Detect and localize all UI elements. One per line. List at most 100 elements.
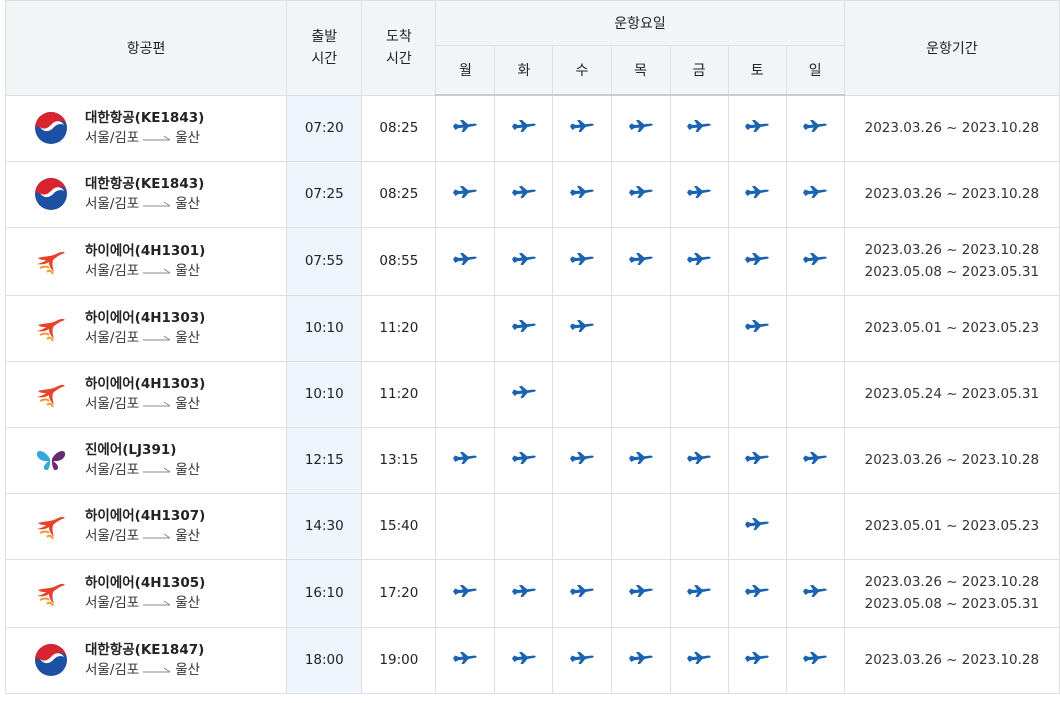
day-cell-6: [785, 226, 845, 296]
day-cell-3: [610, 94, 671, 162]
plane-icon: [744, 584, 770, 602]
departure-time: 12:15: [286, 426, 363, 494]
plane-icon: [628, 451, 654, 469]
plane-icon: [802, 651, 828, 669]
day-cell-5: [727, 626, 787, 694]
route-origin: 서울/김포: [85, 330, 140, 346]
day-cell-4: [669, 626, 729, 694]
korean-air-logo: [34, 643, 68, 677]
day-cell-4: [669, 226, 729, 296]
plane-icon: [802, 252, 828, 270]
route-destination: 울산: [175, 263, 201, 279]
table-row: 하이에어(4H1301) 서울/김포 울산 07:55 08:55 2023.03.26 …: [4, 226, 1060, 296]
day-cell-5: [727, 226, 787, 296]
day-cell-3: [610, 360, 671, 428]
route-arrow-icon: [143, 194, 171, 214]
day-cell-2: [552, 94, 612, 162]
arrival-time: 08:25: [361, 160, 437, 228]
plane-icon: [744, 119, 770, 137]
day-cell-6: [785, 160, 845, 228]
jin-air-logo: [34, 443, 68, 477]
plane-icon: [511, 651, 537, 669]
route-arrow-icon: [143, 460, 171, 480]
header-operating-period: 운항기간: [843, 0, 1060, 96]
period-range: 2023.05.08 ~ 2023.05.31: [864, 264, 1040, 280]
plane-icon: [628, 252, 654, 270]
day-cell-1: [494, 360, 554, 428]
departure-time: 18:00: [286, 626, 363, 694]
header-day-3: 목: [610, 45, 671, 96]
plane-icon: [628, 185, 654, 203]
header-day-0: 월: [435, 45, 496, 96]
table-row: 하이에어(4H1307) 서울/김포 울산 14:30 15:40 2023.05.01 …: [4, 492, 1060, 560]
route-origin: 서울/김포: [85, 396, 140, 412]
plane-icon: [744, 185, 770, 203]
plane-icon: [569, 119, 595, 137]
plane-icon: [686, 119, 712, 137]
flight-name: 대한항공(KE1843): [85, 110, 205, 126]
day-cell-1: [494, 558, 554, 628]
route: 서울/김포 울산: [85, 194, 204, 214]
route-arrow-icon: [143, 128, 171, 148]
day-cell-6: [785, 360, 845, 428]
departure-time: 14:30: [286, 492, 363, 560]
day-cell-2: [552, 426, 612, 494]
route-origin: 서울/김포: [85, 462, 140, 478]
route: 서울/김포 울산: [85, 128, 204, 148]
day-cell-5: [727, 426, 787, 494]
flight-name: 하이에어(4H1303): [85, 310, 206, 326]
plane-icon: [511, 319, 537, 337]
plane-icon: [569, 252, 595, 270]
day-cell-1: [494, 294, 554, 362]
flight-name: 하이에어(4H1305): [85, 575, 206, 591]
header-operating-days: 운항요일: [435, 0, 845, 46]
table-row: 하이에어(4H1303) 서울/김포 울산 10:10 11:20 2023.05.24 …: [4, 360, 1060, 428]
plane-icon: [744, 451, 770, 469]
day-cell-0: [435, 360, 496, 428]
day-cell-6: [785, 294, 845, 362]
arrival-time: 08:25: [361, 94, 437, 162]
period-range: 2023.05.24 ~ 2023.05.31: [864, 386, 1040, 402]
plane-icon: [452, 451, 478, 469]
operating-period: 2023.05.24 ~ 2023.05.31: [843, 360, 1060, 428]
day-cell-2: [552, 360, 612, 428]
departure-time: 16:10: [286, 558, 363, 628]
day-cell-6: [785, 626, 845, 694]
plane-icon: [569, 185, 595, 203]
day-cell-2: [552, 558, 612, 628]
flight-cell: 진에어(LJ391) 서울/김포 울산: [4, 426, 288, 494]
header-departure-time: 출발 시간: [286, 0, 363, 96]
day-cell-4: [669, 160, 729, 228]
arrival-time: 19:00: [361, 626, 437, 694]
day-cell-1: [494, 492, 554, 560]
route: 서울/김포 울산: [85, 394, 205, 414]
day-cell-3: [610, 626, 671, 694]
flight-name: 하이에어(4H1301): [85, 243, 206, 259]
hi-air-logo: [34, 509, 68, 543]
day-cell-0: [435, 226, 496, 296]
plane-icon: [569, 584, 595, 602]
arrival-time: 08:55: [361, 226, 437, 296]
plane-icon: [744, 517, 770, 535]
period-range: 2023.03.26 ~ 2023.10.28: [864, 574, 1040, 590]
period-range: 2023.03.26 ~ 2023.10.28: [864, 120, 1040, 136]
plane-icon: [452, 252, 478, 270]
departure-time: 07:55: [286, 226, 363, 296]
plane-icon: [802, 451, 828, 469]
route-destination: 울산: [175, 196, 201, 212]
plane-icon: [511, 252, 537, 270]
plane-icon: [452, 185, 478, 203]
route-origin: 서울/김포: [85, 595, 140, 611]
flight-cell: 대한항공(KE1843) 서울/김포 울산: [4, 94, 288, 162]
plane-icon: [686, 451, 712, 469]
period-range: 2023.03.26 ~ 2023.10.28: [864, 242, 1040, 258]
day-cell-4: [669, 294, 729, 362]
korean-air-logo: [34, 111, 68, 145]
header-day-4: 금: [669, 45, 729, 96]
plane-icon: [802, 584, 828, 602]
flight-cell: 하이에어(4H1303) 서울/김포 울산: [4, 360, 288, 428]
flight-cell: 대한항공(KE1843) 서울/김포 울산: [4, 160, 288, 228]
flight-name: 진에어(LJ391): [85, 442, 177, 458]
day-cell-2: [552, 226, 612, 296]
header-day-1: 화: [494, 45, 554, 96]
